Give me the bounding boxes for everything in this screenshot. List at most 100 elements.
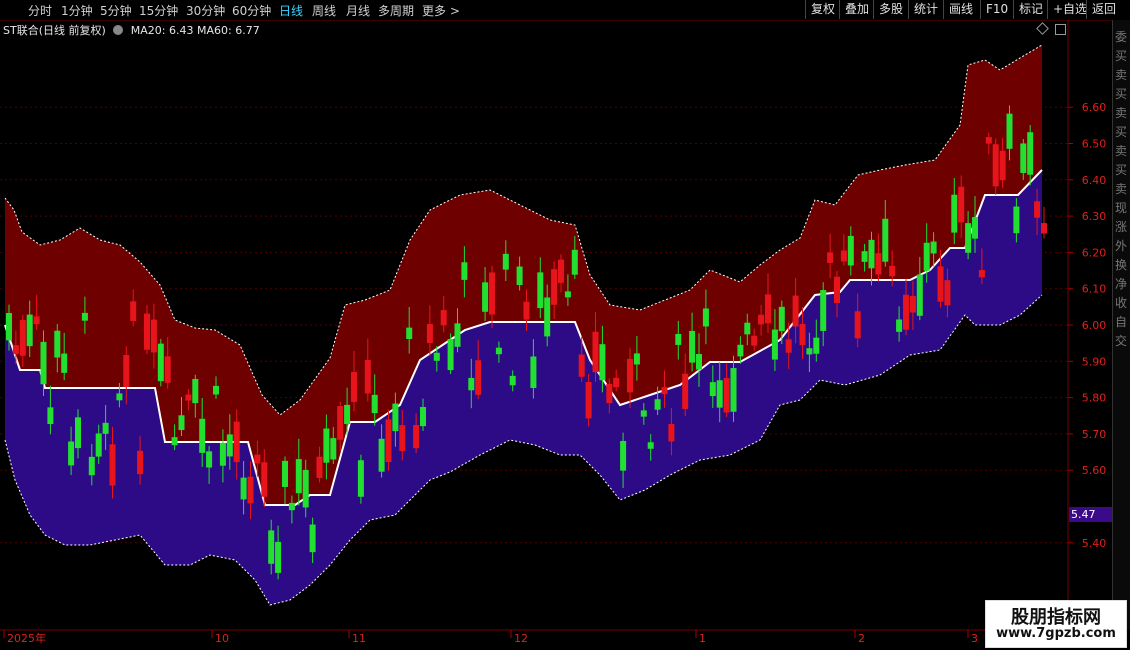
candle-body: [689, 330, 696, 363]
price-tick-label: 6.20: [1082, 246, 1107, 259]
candle-body: [378, 438, 385, 472]
candle-body: [261, 462, 268, 497]
candle-body: [992, 144, 999, 187]
side-label: 卖: [1115, 68, 1128, 82]
candle-body: [564, 291, 571, 298]
candle-body: [696, 354, 702, 370]
time-tick-label: 3: [971, 632, 978, 645]
candle-body: [330, 438, 337, 460]
toolbar-button-0[interactable]: 复权: [805, 0, 840, 19]
candle-body: [288, 502, 295, 511]
tab-timeframe-1[interactable]: 1分钟: [61, 2, 93, 19]
candle-body: [413, 425, 420, 449]
candle-body: [81, 312, 88, 321]
toolbar: 分时 1分钟 5分钟 15分钟 30分钟 60分钟 日线 周线 月线 多周期 更多 > 复权 叠加 多股统…: [0, 0, 1130, 21]
candle-body: [909, 296, 916, 313]
candle-body: [33, 316, 40, 325]
candle-body: [47, 407, 54, 425]
candle-body: [785, 339, 792, 353]
candle-body: [102, 422, 109, 434]
candle-body: [509, 375, 516, 386]
tab-timeframe-8[interactable]: 月线: [346, 2, 370, 19]
tab-timeframe-5[interactable]: 60分钟: [232, 2, 271, 19]
candle-body: [585, 382, 592, 419]
candle-body: [654, 399, 661, 410]
time-tick-label: 2025年: [7, 631, 46, 645]
tab-timeframe-10[interactable]: 更多 >: [422, 2, 460, 19]
time-tick-label: 11: [352, 632, 366, 645]
candle-body: [19, 320, 26, 356]
tab-timeframe-4[interactable]: 30分钟: [186, 2, 225, 19]
candle-body: [157, 343, 164, 382]
candle-body: [916, 274, 923, 316]
side-label: 外: [1115, 239, 1128, 253]
candle-body: [185, 394, 192, 401]
candle-body: [875, 253, 882, 275]
candle-body: [88, 456, 95, 476]
candle-body: [178, 415, 185, 431]
candle-body: [206, 451, 213, 468]
side-label: 买: [1115, 125, 1128, 139]
candle-body: [744, 322, 751, 335]
candle-body: [799, 324, 806, 346]
candle-body: [647, 442, 654, 449]
side-label: 交: [1115, 334, 1128, 348]
candle-body: [792, 295, 799, 327]
price-tick-label: 6.60: [1082, 101, 1107, 114]
tab-timeframe-2[interactable]: 5分钟: [100, 2, 132, 19]
side-label: 买: [1115, 49, 1128, 63]
candle-body: [675, 333, 682, 345]
candle-body: [226, 434, 233, 457]
candle-body: [834, 276, 840, 304]
tab-timeframe-6[interactable]: 日线: [279, 2, 303, 19]
watermark: 股朋指标网 www.7gpzb.com: [985, 600, 1127, 648]
candle-body: [765, 294, 771, 324]
candle-body: [592, 331, 599, 373]
candle-body: [233, 421, 240, 463]
candle-body: [433, 352, 440, 361]
candle-body: [385, 419, 392, 462]
price-tick-label: 5.60: [1082, 464, 1107, 477]
toolbar-button-5[interactable]: F10: [980, 0, 1013, 19]
toolbar-button-6[interactable]: 标记: [1013, 0, 1048, 19]
candle-body: [813, 337, 820, 354]
candle-body: [282, 460, 288, 487]
price-chart[interactable]: 6.60 6.50 6.40 6.30 6.20 6.10 6.00 5.90 5.80 5.70…: [0, 20, 1112, 650]
candle-body: [758, 314, 765, 325]
candle-body: [164, 356, 171, 383]
candle-body: [219, 443, 226, 466]
candle-body: [861, 251, 868, 262]
candle-body: [854, 311, 861, 339]
candle-body: [771, 329, 778, 360]
candle-body: [482, 282, 489, 312]
price-tick-label: 6.50: [1082, 138, 1107, 151]
candle-body: [392, 403, 399, 432]
candle-body: [606, 384, 613, 404]
tab-timeframe-9[interactable]: 多周期: [378, 2, 414, 19]
candle-body: [461, 262, 468, 280]
toolbar-button-4[interactable]: 画线: [943, 0, 978, 19]
candle-body: [475, 360, 482, 395]
candle-body: [544, 297, 551, 337]
toolbar-button-2[interactable]: 多股: [873, 0, 908, 19]
candle-body: [26, 314, 33, 347]
candle-body: [440, 310, 447, 326]
toolbar-button-1[interactable]: 叠加: [839, 0, 874, 19]
toolbar-button-3[interactable]: 统计: [908, 0, 943, 19]
candle-body: [426, 323, 433, 344]
candle-body: [668, 423, 675, 442]
tab-timeframe-0[interactable]: 分时: [28, 2, 52, 19]
side-label: 收: [1115, 296, 1128, 310]
candle-body: [1041, 223, 1047, 234]
candle-body: [937, 266, 944, 302]
candle-body: [337, 406, 344, 440]
candle-body: [530, 356, 537, 389]
candle-body: [730, 368, 737, 412]
toolbar-button-8[interactable]: 返回: [1086, 0, 1121, 19]
tab-timeframe-3[interactable]: 15分钟: [139, 2, 178, 19]
candle-body: [827, 252, 834, 263]
candle-body: [537, 272, 544, 309]
side-label: 卖: [1115, 182, 1128, 196]
time-tick-label: 2: [858, 632, 865, 645]
tab-timeframe-7[interactable]: 周线: [312, 2, 336, 19]
